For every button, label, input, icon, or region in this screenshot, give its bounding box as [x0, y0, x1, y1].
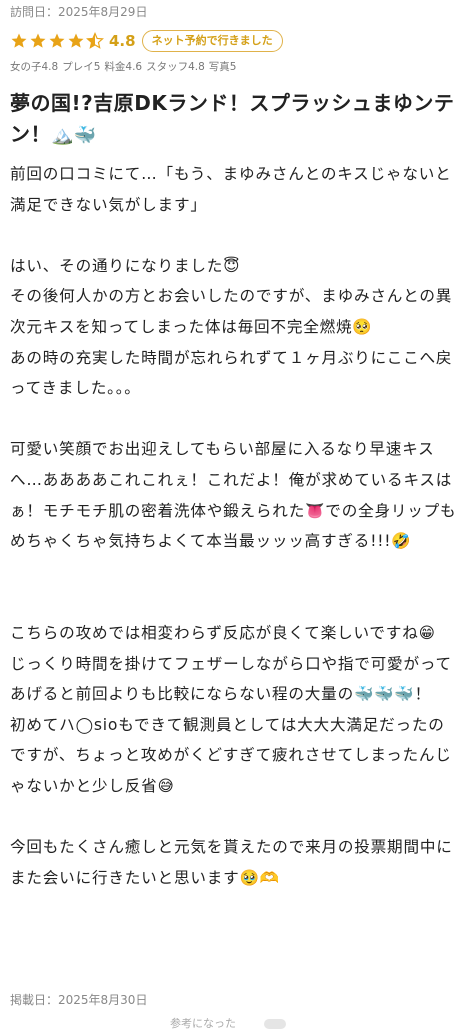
rating-row: 4.8 ネット予約で行きました — [10, 28, 460, 54]
review-paragraph: 初めてハ◯sioもできて観測員としては大大大満足だったのですが、ちょっと攻めがく… — [10, 715, 452, 795]
star-full-icon — [48, 32, 66, 50]
review-paragraph: こちらの攻めでは相変わらず反応が良くて楽しいですね😁 — [10, 623, 436, 642]
review-paragraph: その後何人かの方とお会いしたのですが、まゆみさんとの異次元キスを知ってしまった体… — [10, 287, 453, 336]
review-paragraph: 前回の口コミにて…「もう、まゆみさんとのキスじゃないと満足できない気がします」 — [10, 165, 452, 214]
sub-rating-price: 料金4.6 — [104, 61, 143, 73]
sub-rating-photo: 写真5 — [208, 61, 237, 73]
review-paragraph: はい、その通りになりました😇 — [10, 256, 241, 275]
star-full-icon — [67, 32, 85, 50]
review-title: 夢の国!?吉原DKランド！スプラッシュまゆンテン！🏔️🐳 — [10, 88, 460, 151]
star-half-icon — [86, 32, 104, 50]
review-paragraph: 今回もたくさん癒しと元気を貰えたので来月の投票期間中にまた会いに行きたいと思いま… — [10, 838, 453, 887]
sub-rating-staff: スタッフ4.8 — [146, 61, 205, 73]
sub-rating-play: プレイ5 — [62, 61, 101, 73]
rating-value: 4.8 — [109, 32, 136, 50]
sub-rating-girl: 女の子4.8 — [10, 61, 59, 73]
net-reservation-badge: ネット予約で行きました — [141, 30, 283, 52]
visit-date: 訪問日：2025年8月29日 — [10, 5, 148, 19]
star-rating — [10, 32, 105, 50]
helpful-label-peek[interactable]: 参考になった — [170, 1018, 236, 1030]
helpful-count-pill[interactable] — [264, 1019, 286, 1029]
title-emoji-icons: 🏔️🐳 — [51, 125, 97, 146]
star-full-icon — [29, 32, 47, 50]
review-paragraph: あの時の充実した時間が忘れられずて１ヶ月ぶりにここへ戻ってきました。。。 — [10, 348, 453, 398]
review-paragraph: じっくり時間を掛けてフェザーしながら口や指で可愛がってあげると前回よりも比較にな… — [10, 654, 452, 704]
review-paragraph: 可愛い笑顔でお出迎えしてもらい部屋に入るなり早速キスへ…ああああこれこれぇ！これ… — [10, 440, 457, 551]
posted-date: 掲載日：2025年8月30日 — [10, 993, 148, 1007]
review-card: 訪問日：2025年8月29日 4.8 ネット予約で行きました 女の子4.8 プレ… — [10, 0, 460, 1007]
star-full-icon — [10, 32, 28, 50]
sub-ratings: 女の子4.8 プレイ5 料金4.6 スタッフ4.8 写真5 — [10, 60, 460, 74]
review-body: 前回の口コミにて…「もう、まゆみさんとのキスじゃないと満足できない気がします」 … — [10, 159, 460, 893]
